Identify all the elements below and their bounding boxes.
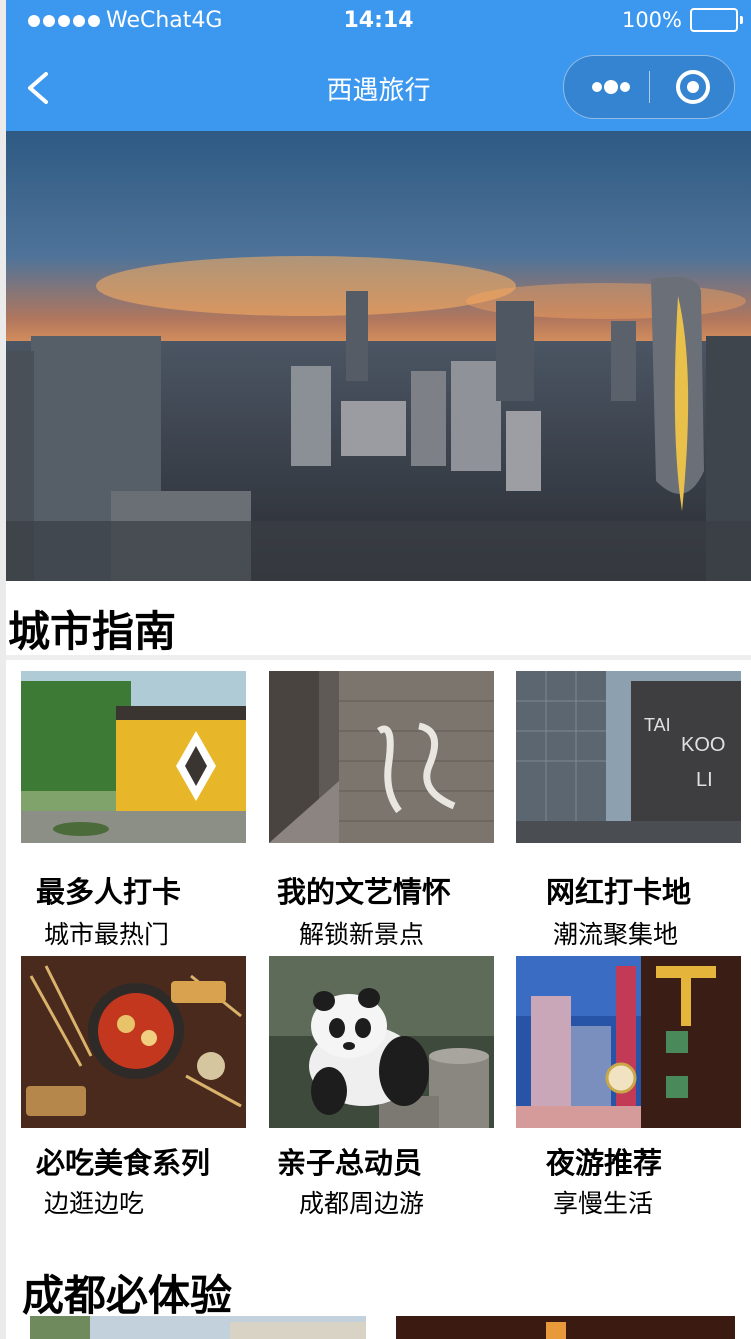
- experience-thumb[interactable]: [396, 1316, 735, 1339]
- page: WeChat4G 14:14 100% 西遇旅行 城市指南 最多人打卡 城市最热…: [6, 0, 751, 1339]
- card-subtitle: 享慢生活: [553, 1189, 654, 1218]
- card-subtitle: 边逛边吃: [44, 1189, 145, 1218]
- svg-text:TAI: TAI: [644, 715, 671, 735]
- section-divider: [6, 655, 751, 660]
- svg-text:LI: LI: [696, 769, 713, 791]
- nav-bar: 西遇旅行: [6, 46, 751, 131]
- svg-text:KOO: KOO: [681, 734, 725, 756]
- banner-image[interactable]: [6, 131, 751, 581]
- guide-card[interactable]: 夜游推荐 享慢生活: [516, 956, 741, 1218]
- battery-icon: [690, 8, 738, 32]
- target-close-icon[interactable]: [669, 64, 717, 110]
- guide-card[interactable]: 必吃美食系列 边逛边吃: [21, 956, 246, 1218]
- guide-card[interactable]: 最多人打卡 城市最热门: [21, 671, 246, 949]
- card-subtitle: 解锁新景点: [299, 920, 425, 949]
- more-dots-icon[interactable]: [574, 56, 644, 118]
- temple-wall-photo: [21, 671, 246, 843]
- card-title: 必吃美食系列: [36, 1146, 211, 1180]
- card-subtitle: 潮流聚集地: [553, 920, 679, 949]
- card-title: 夜游推荐: [546, 1146, 663, 1180]
- guide-card[interactable]: 亲子总动员 成都周边游: [269, 956, 494, 1218]
- card-title: 我的文艺情怀: [277, 875, 452, 909]
- card-subtitle: 成都周边游: [299, 1189, 425, 1218]
- status-bar: WeChat4G 14:14 100%: [6, 0, 751, 46]
- capsule-divider: [649, 71, 650, 103]
- city-guide-title: 城市指南: [8, 607, 177, 656]
- taikoo-li-photo: TAI KOO LI: [516, 671, 741, 843]
- battery: 100%: [622, 8, 743, 32]
- guide-card[interactable]: TAI KOO LI 网红打卡地 潮流聚集地: [516, 671, 741, 949]
- alley-wall-calligraphy-photo: [269, 671, 494, 843]
- card-title: 亲子总动员: [277, 1146, 423, 1180]
- mini-program-capsule: [563, 55, 735, 119]
- guide-card[interactable]: 我的文艺情怀 解锁新景点: [269, 671, 494, 949]
- top-bar: WeChat4G 14:14 100% 西遇旅行: [6, 0, 751, 131]
- card-title: 网红打卡地: [546, 875, 692, 909]
- experience-thumb[interactable]: [30, 1316, 366, 1339]
- must-experience-title: 成都必体验: [22, 1271, 233, 1320]
- hotpot-skewers-photo: [21, 956, 246, 1128]
- battery-text: 100%: [621, 8, 682, 32]
- panda-photo: [269, 956, 494, 1128]
- card-subtitle: 城市最热门: [44, 920, 170, 949]
- night-street-photo: [516, 956, 741, 1128]
- card-title: 最多人打卡: [36, 875, 182, 909]
